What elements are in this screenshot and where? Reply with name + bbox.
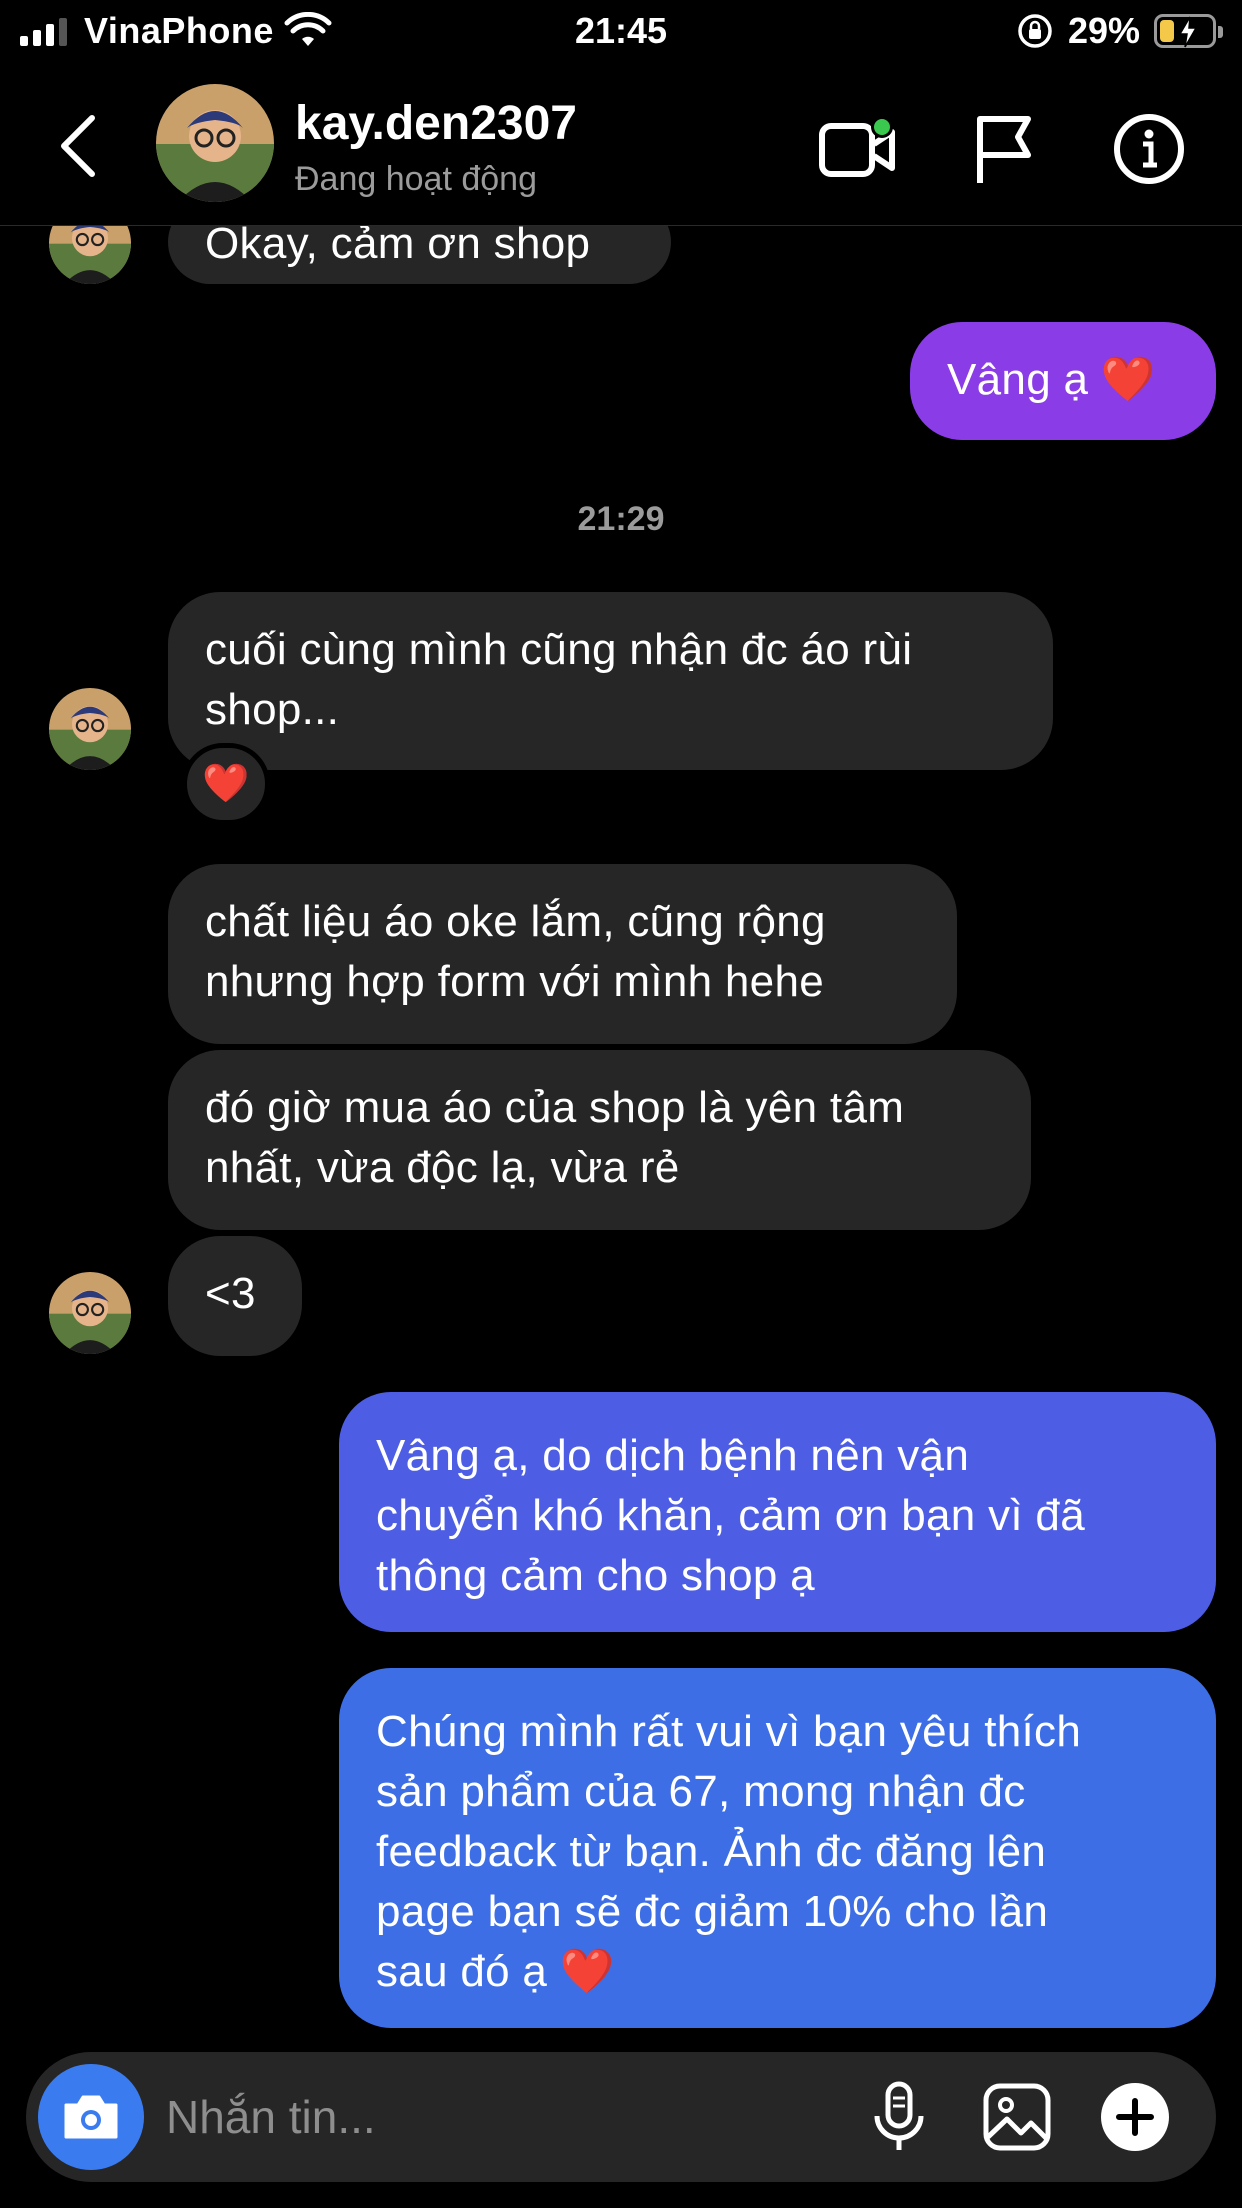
- camera-icon: [64, 2095, 118, 2139]
- voice-message-button[interactable]: [856, 2074, 942, 2160]
- username[interactable]: kay.den2307: [295, 96, 577, 151]
- message-timestamp: 21:29: [577, 500, 665, 538]
- chat-header: kay.den2307 Đang hoạt động: [0, 62, 1242, 226]
- presence-status: Đang hoạt động: [295, 160, 537, 198]
- message-bubble-incoming[interactable]: cuối cùng mình cũng nhận đc áo rùi shop.…: [168, 592, 1053, 770]
- message-bubble-incoming[interactable]: đó giờ mua áo của shop là yên tâm nhất, …: [168, 1050, 1031, 1230]
- message-bubble-outgoing[interactable]: Vâng ạ, do dịch bệnh nên vận chuyển khó …: [339, 1392, 1216, 1632]
- avatar[interactable]: [49, 688, 131, 770]
- microphone-icon: [874, 2081, 924, 2150]
- video-call-icon: [819, 116, 895, 177]
- chevron-left-icon: [61, 115, 95, 177]
- gallery-button[interactable]: [974, 2074, 1060, 2160]
- flag-icon: [977, 116, 1031, 183]
- profile-avatar[interactable]: [156, 84, 274, 202]
- message-composer: [26, 2052, 1216, 2182]
- info-button[interactable]: [1106, 106, 1192, 192]
- message-thread[interactable]: Okay, cảm ơn shop Vâng ạ ❤️ 21:29 cuối c…: [0, 0, 1242, 2208]
- more-button[interactable]: [1092, 2074, 1178, 2160]
- message-bubble-incoming[interactable]: chất liệu áo oke lắm, cũng rộng nhưng hợ…: [168, 864, 957, 1044]
- avatar[interactable]: [49, 1272, 131, 1354]
- camera-button[interactable]: [38, 2064, 144, 2170]
- message-bubble-outgoing[interactable]: Chúng mình rất vui vì bạn yêu thích sản …: [339, 1668, 1216, 2028]
- plus-icon: [1101, 2083, 1169, 2151]
- message-bubble-incoming[interactable]: <3: [168, 1236, 302, 1356]
- message-bubble-outgoing[interactable]: Vâng ạ ❤️: [910, 322, 1216, 440]
- image-gallery-icon: [983, 2083, 1051, 2151]
- message-input[interactable]: [166, 2082, 866, 2152]
- reaction-heart: ❤️: [202, 763, 250, 805]
- message-reaction[interactable]: ❤️: [182, 743, 270, 825]
- report-button[interactable]: [962, 106, 1048, 192]
- back-button[interactable]: [50, 106, 110, 186]
- info-icon: [1114, 114, 1184, 184]
- video-call-button[interactable]: [815, 106, 901, 192]
- chat-screen: VinaPhone 21:45 29% Okay, cảm ơn shop Vâ…: [0, 0, 1242, 2208]
